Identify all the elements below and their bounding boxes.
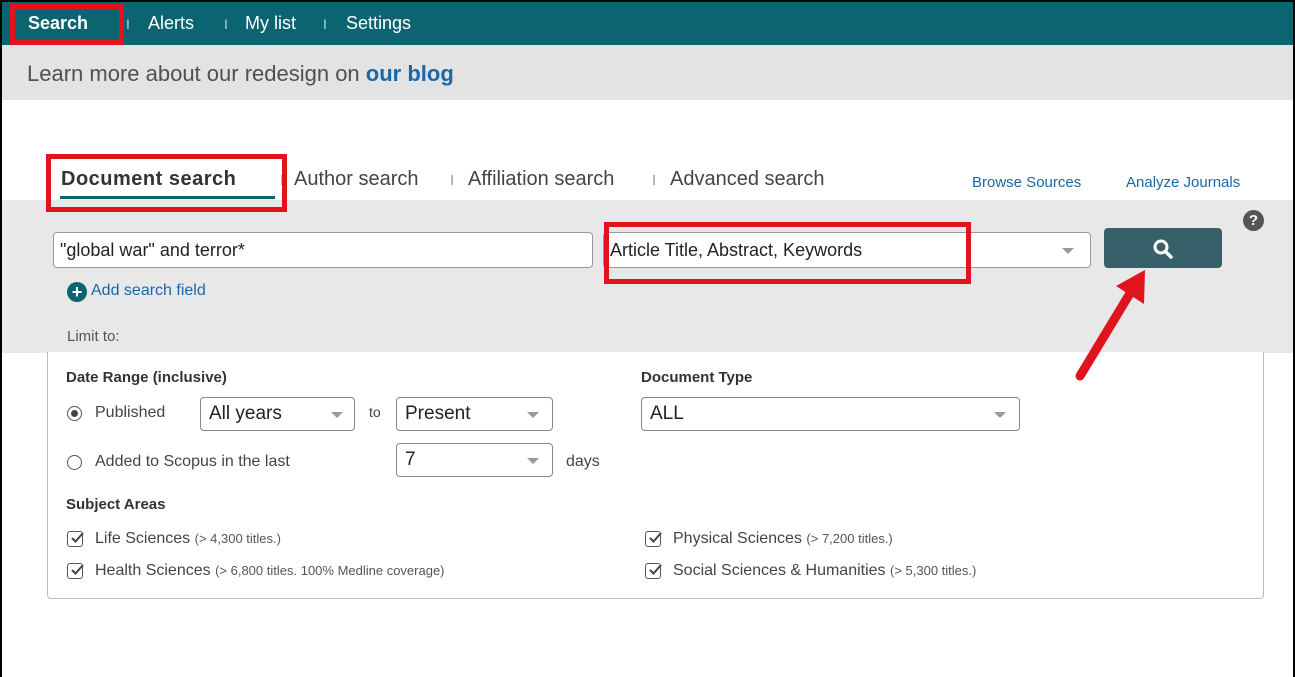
help-icon[interactable]: ? [1243,210,1264,231]
chevron-down-icon [331,412,343,418]
date-range-heading: Date Range (inclusive) [66,369,227,386]
published-radio[interactable] [67,406,82,421]
published-label: Published [95,404,166,421]
subject-areas-heading: Subject Areas [66,496,166,513]
life-sciences-checkbox[interactable] [67,531,84,547]
browse-sources-link[interactable]: Browse Sources [972,174,1081,191]
nav-separator: I [126,16,130,32]
banner-text: Learn more about our redesign on our blo… [27,61,454,86]
tab-affiliation-search[interactable]: Affiliation search [468,168,614,191]
chevron-down-icon [1062,248,1074,254]
added-to-scopus-radio[interactable] [67,455,82,470]
to-year-value: Present [405,403,471,424]
days-select[interactable]: 7 [396,443,553,477]
health-sciences-label: Health Sciences (> 6,800 titles. 100% Me… [95,562,445,579]
social-sciences-checkbox[interactable] [645,563,662,579]
social-sciences-label: Social Sciences & Humanities (> 5,300 ti… [673,562,977,579]
health-sciences-checkbox[interactable] [67,563,84,579]
check-icon [649,564,662,575]
chevron-down-icon [527,412,539,418]
days-label: days [566,453,600,470]
nav-separator: I [224,16,228,32]
add-search-field-button[interactable]: + Add search field [67,282,206,302]
life-sciences-label: Life Sciences (> 4,300 titles.) [95,530,281,547]
search-input[interactable]: "global war" and terror* [53,232,593,268]
blog-link[interactable]: our blog [366,61,454,86]
tab-advanced-search[interactable]: Advanced search [670,168,825,191]
search-button[interactable] [1104,228,1222,268]
tab-separator: I [450,172,455,189]
to-year-select[interactable]: Present [396,397,553,431]
physical-sciences-checkbox[interactable] [645,531,662,547]
tab-separator: I [652,172,657,189]
document-type-value: ALL [650,403,684,424]
limit-to-label: Limit to: [67,328,120,345]
chevron-down-icon [527,458,539,464]
added-to-scopus-label: Added to Scopus in the last [95,453,290,470]
search-icon [1153,239,1173,259]
nav-separator: I [323,16,327,32]
from-year-select[interactable]: All years [200,397,355,431]
annotation-arrow-icon [1075,270,1145,381]
analyze-journals-link[interactable]: Analyze Journals [1126,174,1240,191]
nav-alerts[interactable]: Alerts [148,13,194,34]
physical-sciences-label: Physical Sciences (> 7,200 titles.) [673,530,893,547]
nav-settings[interactable]: Settings [346,13,411,34]
top-navigation: Search I Alerts I My list I Settings [2,2,1293,45]
tab-author-search[interactable]: Author search [294,168,419,191]
nav-my-list[interactable]: My list [245,13,296,34]
check-icon [71,532,84,543]
check-icon [649,532,662,543]
highlight-search-nav [10,4,124,45]
document-type-heading: Document Type [641,369,753,386]
to-label: to [369,404,381,420]
from-year-value: All years [209,403,282,424]
document-type-select[interactable]: ALL [641,397,1020,431]
highlight-field-select [604,222,971,284]
add-search-field-label: Add search field [91,282,206,299]
redesign-banner: Learn more about our redesign on our blo… [2,45,1293,100]
days-value: 7 [405,449,416,470]
highlight-document-search [46,154,287,212]
check-icon [71,564,84,575]
plus-circle-icon: + [67,282,87,302]
chevron-down-icon [994,412,1006,418]
